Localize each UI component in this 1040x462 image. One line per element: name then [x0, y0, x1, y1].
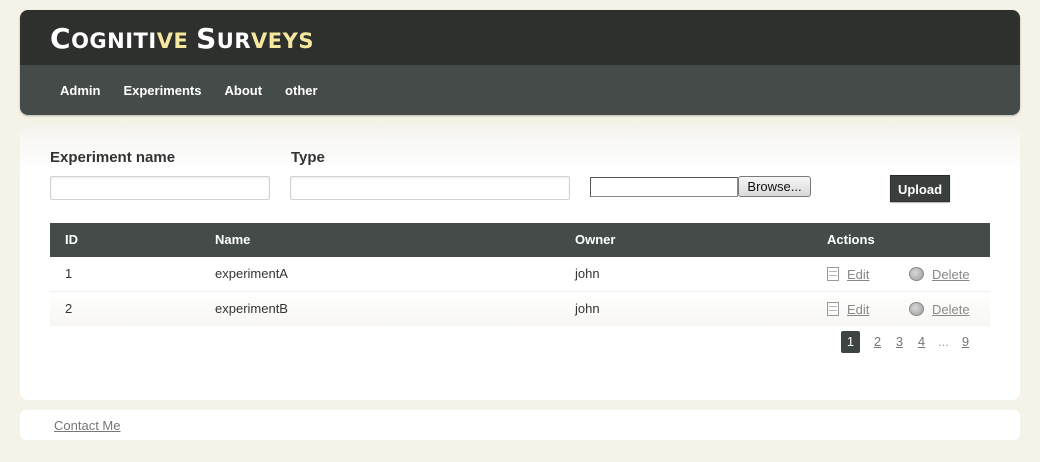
logo-letter: C — [50, 22, 72, 55]
browse-button[interactable]: Browse... — [738, 176, 811, 197]
delete-action[interactable]: Delete — [909, 257, 970, 291]
table-row: 1 experimentA john Edit Delete — [50, 257, 990, 292]
cell-name: experimentA — [215, 266, 288, 281]
logo-text-highlight: VE — [156, 29, 189, 53]
page-1-current[interactable]: 1 — [841, 331, 860, 353]
logo-space — [188, 29, 196, 53]
pagination: 1 2 3 4 ... 9 — [841, 331, 982, 353]
experiment-name-input[interactable] — [50, 176, 270, 200]
logo-text: UR — [216, 29, 252, 53]
edit-action[interactable]: Edit — [827, 292, 869, 326]
experiment-name-label: Experiment name — [50, 149, 176, 166]
cell-id: 1 — [65, 266, 73, 281]
nav-item-admin[interactable]: Admin — [60, 83, 100, 98]
type-label: Type — [291, 149, 325, 166]
delete-link[interactable]: Delete — [932, 302, 970, 317]
nav-item-about[interactable]: About — [225, 83, 263, 98]
upload-button[interactable]: Upload — [890, 175, 950, 202]
logo-text-highlight: VEYS — [251, 29, 314, 53]
type-input[interactable] — [290, 176, 570, 200]
page-ellipsis: ... — [938, 334, 949, 349]
contact-me-link[interactable]: Contact Me — [54, 418, 120, 433]
title-bar: COGNITIVE SURVEYS — [20, 10, 1020, 65]
page-3-link[interactable]: 3 — [894, 331, 905, 353]
delete-action[interactable]: Delete — [909, 292, 970, 326]
cell-name: experimentB — [215, 301, 288, 316]
table-row: 2 experimentB john Edit Delete — [50, 292, 990, 326]
file-path-field[interactable] — [590, 177, 738, 197]
delete-icon[interactable] — [909, 302, 924, 316]
page-9-link[interactable]: 9 — [960, 331, 971, 353]
experiments-table: ID Name Owner Actions 1 experimentA john… — [50, 223, 990, 326]
edit-link[interactable]: Edit — [847, 267, 869, 282]
site-footer: Contact Me — [20, 410, 1020, 440]
logo-letter: S — [196, 22, 217, 55]
edit-link[interactable]: Edit — [847, 302, 869, 317]
delete-link[interactable]: Delete — [932, 267, 970, 282]
cell-id: 2 — [65, 301, 73, 316]
cell-owner: john — [575, 301, 600, 316]
nav-item-other[interactable]: other — [285, 83, 318, 98]
page-2-link[interactable]: 2 — [872, 331, 883, 353]
column-header-id[interactable]: ID — [65, 223, 78, 257]
edit-document-icon[interactable] — [827, 267, 839, 281]
table-header: ID Name Owner Actions — [50, 223, 990, 257]
site-header: COGNITIVE SURVEYS Admin Experiments Abou… — [20, 10, 1020, 115]
column-header-name[interactable]: Name — [215, 223, 250, 257]
cell-owner: john — [575, 266, 600, 281]
delete-icon[interactable] — [909, 267, 924, 281]
main-content: Experiment name Type Browse... Upload ID… — [20, 125, 1020, 400]
page-4-link[interactable]: 4 — [916, 331, 927, 353]
site-logo[interactable]: COGNITIVE SURVEYS — [50, 22, 314, 55]
column-header-actions: Actions — [827, 232, 875, 247]
nav-item-experiments[interactable]: Experiments — [123, 83, 201, 98]
edit-document-icon[interactable] — [827, 302, 839, 316]
column-header-owner[interactable]: Owner — [575, 223, 615, 257]
main-nav: Admin Experiments About other — [20, 65, 1020, 115]
logo-text: OGNITI — [71, 29, 157, 53]
edit-action[interactable]: Edit — [827, 257, 869, 291]
